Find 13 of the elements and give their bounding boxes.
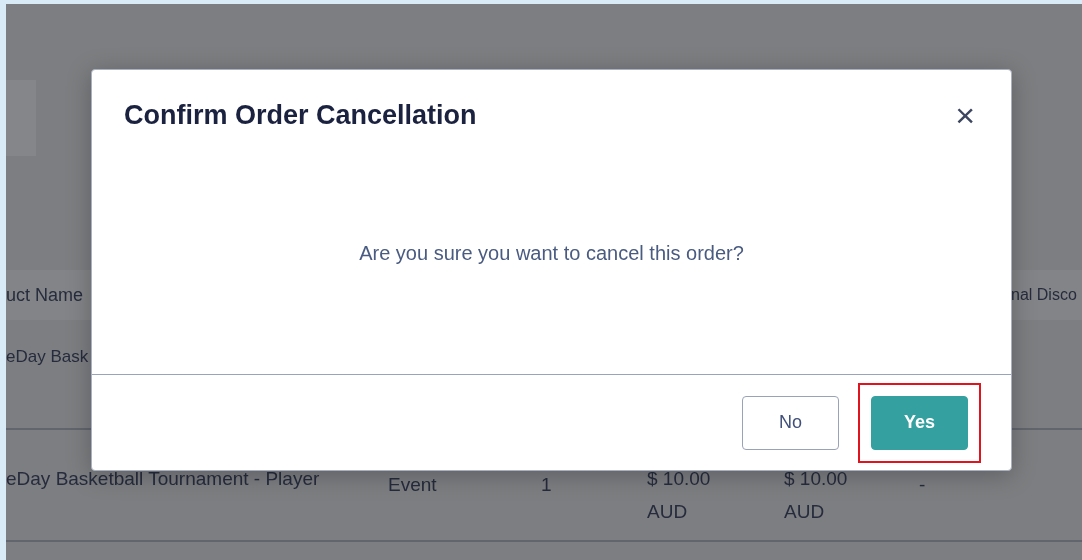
dialog-title: Confirm Order Cancellation [124, 99, 477, 131]
table-cell-text: $ 10.00 AUD [647, 467, 712, 524]
table-cell-text: eDay Bask [6, 346, 89, 368]
table-cell-text: - [919, 473, 927, 497]
table-cell-text: 1 [541, 473, 553, 497]
table-cell-text: $ 10.00 AUD [784, 467, 849, 524]
column-header: nal Disco [1010, 286, 1078, 304]
table-cell-text: Event [388, 473, 438, 497]
close-button[interactable]: × [951, 98, 979, 132]
column-header: uct Name [6, 284, 85, 306]
no-button[interactable]: No [742, 395, 839, 450]
table-cell-text: eDay Basketball Tournament - Player [6, 467, 321, 491]
confirm-message: Are you sure you want to cancel this order? [359, 241, 744, 265]
